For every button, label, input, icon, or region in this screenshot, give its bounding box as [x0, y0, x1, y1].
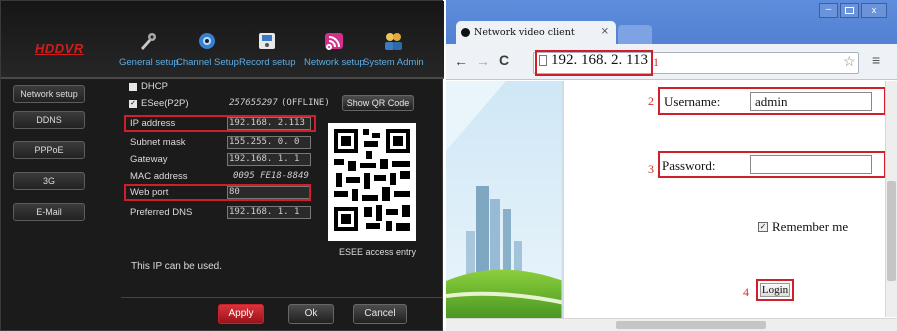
cancel-button[interactable]: Cancel	[353, 304, 407, 324]
qr-caption: ESEE access entry	[339, 247, 417, 257]
web-port-highlight	[124, 184, 311, 201]
step-marker-3: 3	[648, 162, 654, 176]
sidebar-pppoe[interactable]: PPPoE	[13, 141, 85, 159]
ip-status-note: This IP can be used.	[131, 261, 222, 272]
username-highlight	[658, 87, 886, 115]
qr-code	[328, 123, 416, 241]
password-highlight	[658, 151, 886, 178]
esee-label: ESee(P2P)	[141, 98, 189, 109]
tools-icon	[140, 33, 156, 50]
reload-icon[interactable]: C	[499, 52, 509, 68]
ip-address-highlight	[124, 115, 316, 132]
vertical-scrollbar[interactable]	[885, 81, 897, 317]
esee-id: 257655297	[229, 98, 278, 108]
bookmark-star-icon[interactable]: ☆	[843, 53, 856, 70]
sidebar-email[interactable]: E-Mail	[13, 203, 85, 221]
esee-checkbox[interactable]: ✓	[129, 100, 137, 108]
network-icon	[325, 33, 344, 50]
mac-address-label: MAC address	[130, 171, 188, 182]
nav-record-setup[interactable]: Record setup	[239, 31, 296, 68]
dhcp-label: DHCP	[141, 81, 168, 92]
step-marker-4: 4	[743, 285, 749, 299]
nav-label: General setup	[119, 57, 179, 68]
remember-me-label: Remember me	[772, 219, 849, 234]
minimize-icon[interactable]: –	[819, 3, 838, 18]
nav-label: System Admin	[363, 57, 424, 68]
gateway-label: Gateway	[130, 154, 168, 165]
dvr-logo: HDDVR	[35, 41, 84, 56]
login-button[interactable]: Login	[760, 283, 790, 297]
esee-status: (OFFLINE)	[281, 98, 330, 108]
ok-button[interactable]: Ok	[288, 304, 334, 324]
horizontal-scroll-thumb[interactable]	[616, 321, 766, 329]
new-tab-button[interactable]	[618, 25, 652, 44]
dvr-network-setup-window: HDDVR General setup Channel Setup Record…	[0, 0, 444, 331]
window-controls: – x	[819, 3, 887, 20]
nav-system-admin[interactable]: System Admin	[363, 31, 424, 68]
users-icon	[385, 33, 403, 50]
dvr-top-bar: HDDVR General setup Channel Setup Record…	[1, 1, 444, 79]
favicon-icon	[461, 28, 470, 37]
divider	[121, 297, 443, 298]
mac-address-value: 0095 FE18-8849	[233, 171, 309, 181]
maximize-icon[interactable]	[840, 3, 859, 18]
nav-label: Network setup	[304, 57, 365, 68]
url-highlight	[535, 50, 653, 76]
sidebar-ddns[interactable]: DDNS	[13, 111, 85, 129]
forward-icon[interactable]: →	[476, 53, 490, 69]
gateway-value: 192.168. 1. 1	[229, 154, 300, 164]
step-marker-2: 2	[648, 94, 654, 108]
apply-button[interactable]: Apply	[218, 304, 264, 324]
tab-network-video-client[interactable]: Network video client ×	[456, 21, 616, 44]
menu-icon[interactable]: ≡	[872, 52, 880, 68]
camera-icon	[199, 33, 216, 49]
nav-general-setup[interactable]: General setup	[119, 31, 179, 68]
preferred-dns-label: Preferred DNS	[130, 207, 193, 218]
disk-icon	[259, 33, 276, 49]
nav-label: Record setup	[239, 57, 296, 68]
subnet-mask-value: 155.255. 0. 0	[229, 137, 300, 147]
tab-title: Network video client	[474, 27, 575, 38]
show-qr-code-button[interactable]: Show QR Code	[342, 95, 414, 111]
browser-toolbar: ← → C 192. 168. 2. 113 1 ☆ ≡	[446, 44, 897, 80]
sidebar-3g[interactable]: 3G	[13, 172, 85, 190]
horizontal-scrollbar[interactable]	[446, 318, 897, 331]
nav-channel-setup[interactable]: Channel Setup	[176, 31, 239, 68]
close-tab-icon[interactable]: ×	[601, 26, 609, 37]
subnet-mask-label: Subnet mask	[130, 137, 186, 148]
browser-window: – x Network video client × ← → C 192. 16…	[446, 0, 897, 331]
nav-label: Channel Setup	[176, 57, 239, 68]
page-divider	[562, 81, 564, 326]
remember-me-checkbox[interactable]: ✓	[758, 222, 768, 232]
step-marker-1: 1	[653, 55, 659, 69]
vertical-scroll-thumb[interactable]	[887, 181, 896, 281]
preferred-dns-value: 192.168. 1. 1	[229, 207, 300, 217]
login-highlight: Login	[756, 279, 794, 301]
back-icon[interactable]: ←	[454, 53, 468, 69]
close-window-icon[interactable]: x	[861, 3, 887, 18]
city-banner-image	[446, 81, 631, 326]
nav-network-setup[interactable]: Network setup	[304, 31, 365, 68]
dhcp-checkbox[interactable]	[129, 83, 137, 91]
sidebar-network-setup[interactable]: Network setup	[13, 85, 85, 103]
